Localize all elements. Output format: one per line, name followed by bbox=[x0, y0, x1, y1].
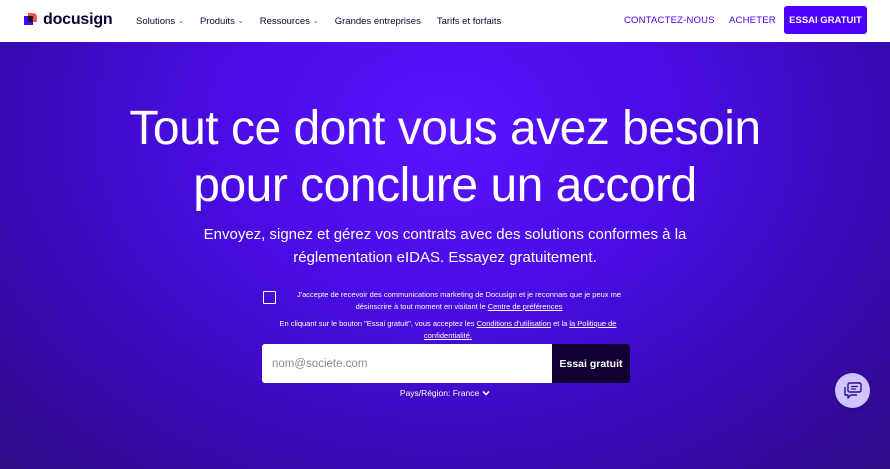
consent-label: J'accepte de recevoir des communications… bbox=[296, 290, 622, 311]
terms-label: En cliquant sur le bouton "Essai gratuit… bbox=[279, 319, 477, 328]
country-selector: Pays/Région: France bbox=[0, 388, 890, 398]
signup-form: Essai gratuit bbox=[262, 344, 630, 383]
chevron-down-icon: ⌄ bbox=[178, 18, 184, 25]
email-input[interactable] bbox=[262, 344, 552, 383]
menu-item-label: Solutions bbox=[136, 15, 176, 27]
chevron-down-icon: ⌄ bbox=[237, 18, 244, 25]
menu-item-label: Tarifs et forfaits bbox=[436, 15, 502, 27]
buy-link[interactable]: ACHETER bbox=[729, 15, 776, 26]
preferences-center-link[interactable]: Centre de préférences bbox=[488, 302, 563, 311]
docusign-logo[interactable]: docusign bbox=[24, 11, 113, 29]
hero-headline: Tout ce dont vous avez besoin pour concl… bbox=[0, 100, 890, 214]
contact-link[interactable]: CONTACTEZ-NOUS bbox=[624, 15, 715, 26]
chat-button[interactable] bbox=[835, 373, 870, 408]
free-trial-button[interactable]: ESSAI GRATUIT bbox=[784, 6, 867, 34]
logo-mark-icon bbox=[24, 13, 38, 27]
terms-connector: et la bbox=[551, 319, 570, 328]
menu-item-solutions[interactable]: Solutions ⌄ bbox=[136, 16, 184, 27]
top-navigation: docusign Solutions ⌄ Produits ⌄ Ressourc… bbox=[0, 0, 890, 42]
chevron-down-icon: ⌄ bbox=[312, 18, 319, 25]
chat-icon bbox=[843, 381, 862, 399]
logo-text: docusign bbox=[43, 11, 113, 28]
country-label: Pays/Région: France bbox=[399, 388, 480, 398]
subtitle-line-2: réglementation eIDAS. Essayez gratuiteme… bbox=[293, 249, 597, 266]
chevron-down-icon bbox=[482, 390, 490, 396]
consent-text: J'accepte de recevoir des communications… bbox=[289, 289, 629, 312]
menu-item-label: Grandes entreprises bbox=[334, 15, 421, 27]
terms-of-use-link[interactable]: Conditions d'utilisation bbox=[477, 319, 551, 328]
hero-subtitle: Envoyez, signez et gérez vos contrats av… bbox=[0, 223, 890, 269]
terms-notice: En cliquant sur le bouton "Essai gratuit… bbox=[263, 318, 633, 341]
submit-free-trial-button[interactable]: Essai gratuit bbox=[552, 344, 630, 383]
menu-item-label: Produits bbox=[199, 15, 235, 27]
menu-item-ressources[interactable]: Ressources ⌄ bbox=[260, 16, 319, 27]
menu-item-label: Ressources bbox=[259, 15, 310, 27]
marketing-consent-checkbox[interactable] bbox=[263, 291, 276, 304]
menu-item-grandes-entreprises[interactable]: Grandes entreprises bbox=[335, 16, 421, 27]
menu-item-tarifs[interactable]: Tarifs et forfaits bbox=[437, 16, 501, 27]
country-dropdown[interactable]: Pays/Région: France bbox=[400, 388, 490, 398]
headline-line-2: pour conclure un accord bbox=[193, 159, 697, 212]
subtitle-line-1: Envoyez, signez et gérez vos contrats av… bbox=[203, 226, 687, 243]
headline-line-1: Tout ce dont vous avez besoin bbox=[129, 102, 761, 155]
hero-section: Tout ce dont vous avez besoin pour concl… bbox=[0, 42, 890, 469]
main-menu: Solutions ⌄ Produits ⌄ Ressources ⌄ Gran… bbox=[136, 0, 517, 42]
menu-item-produits[interactable]: Produits ⌄ bbox=[200, 16, 244, 27]
